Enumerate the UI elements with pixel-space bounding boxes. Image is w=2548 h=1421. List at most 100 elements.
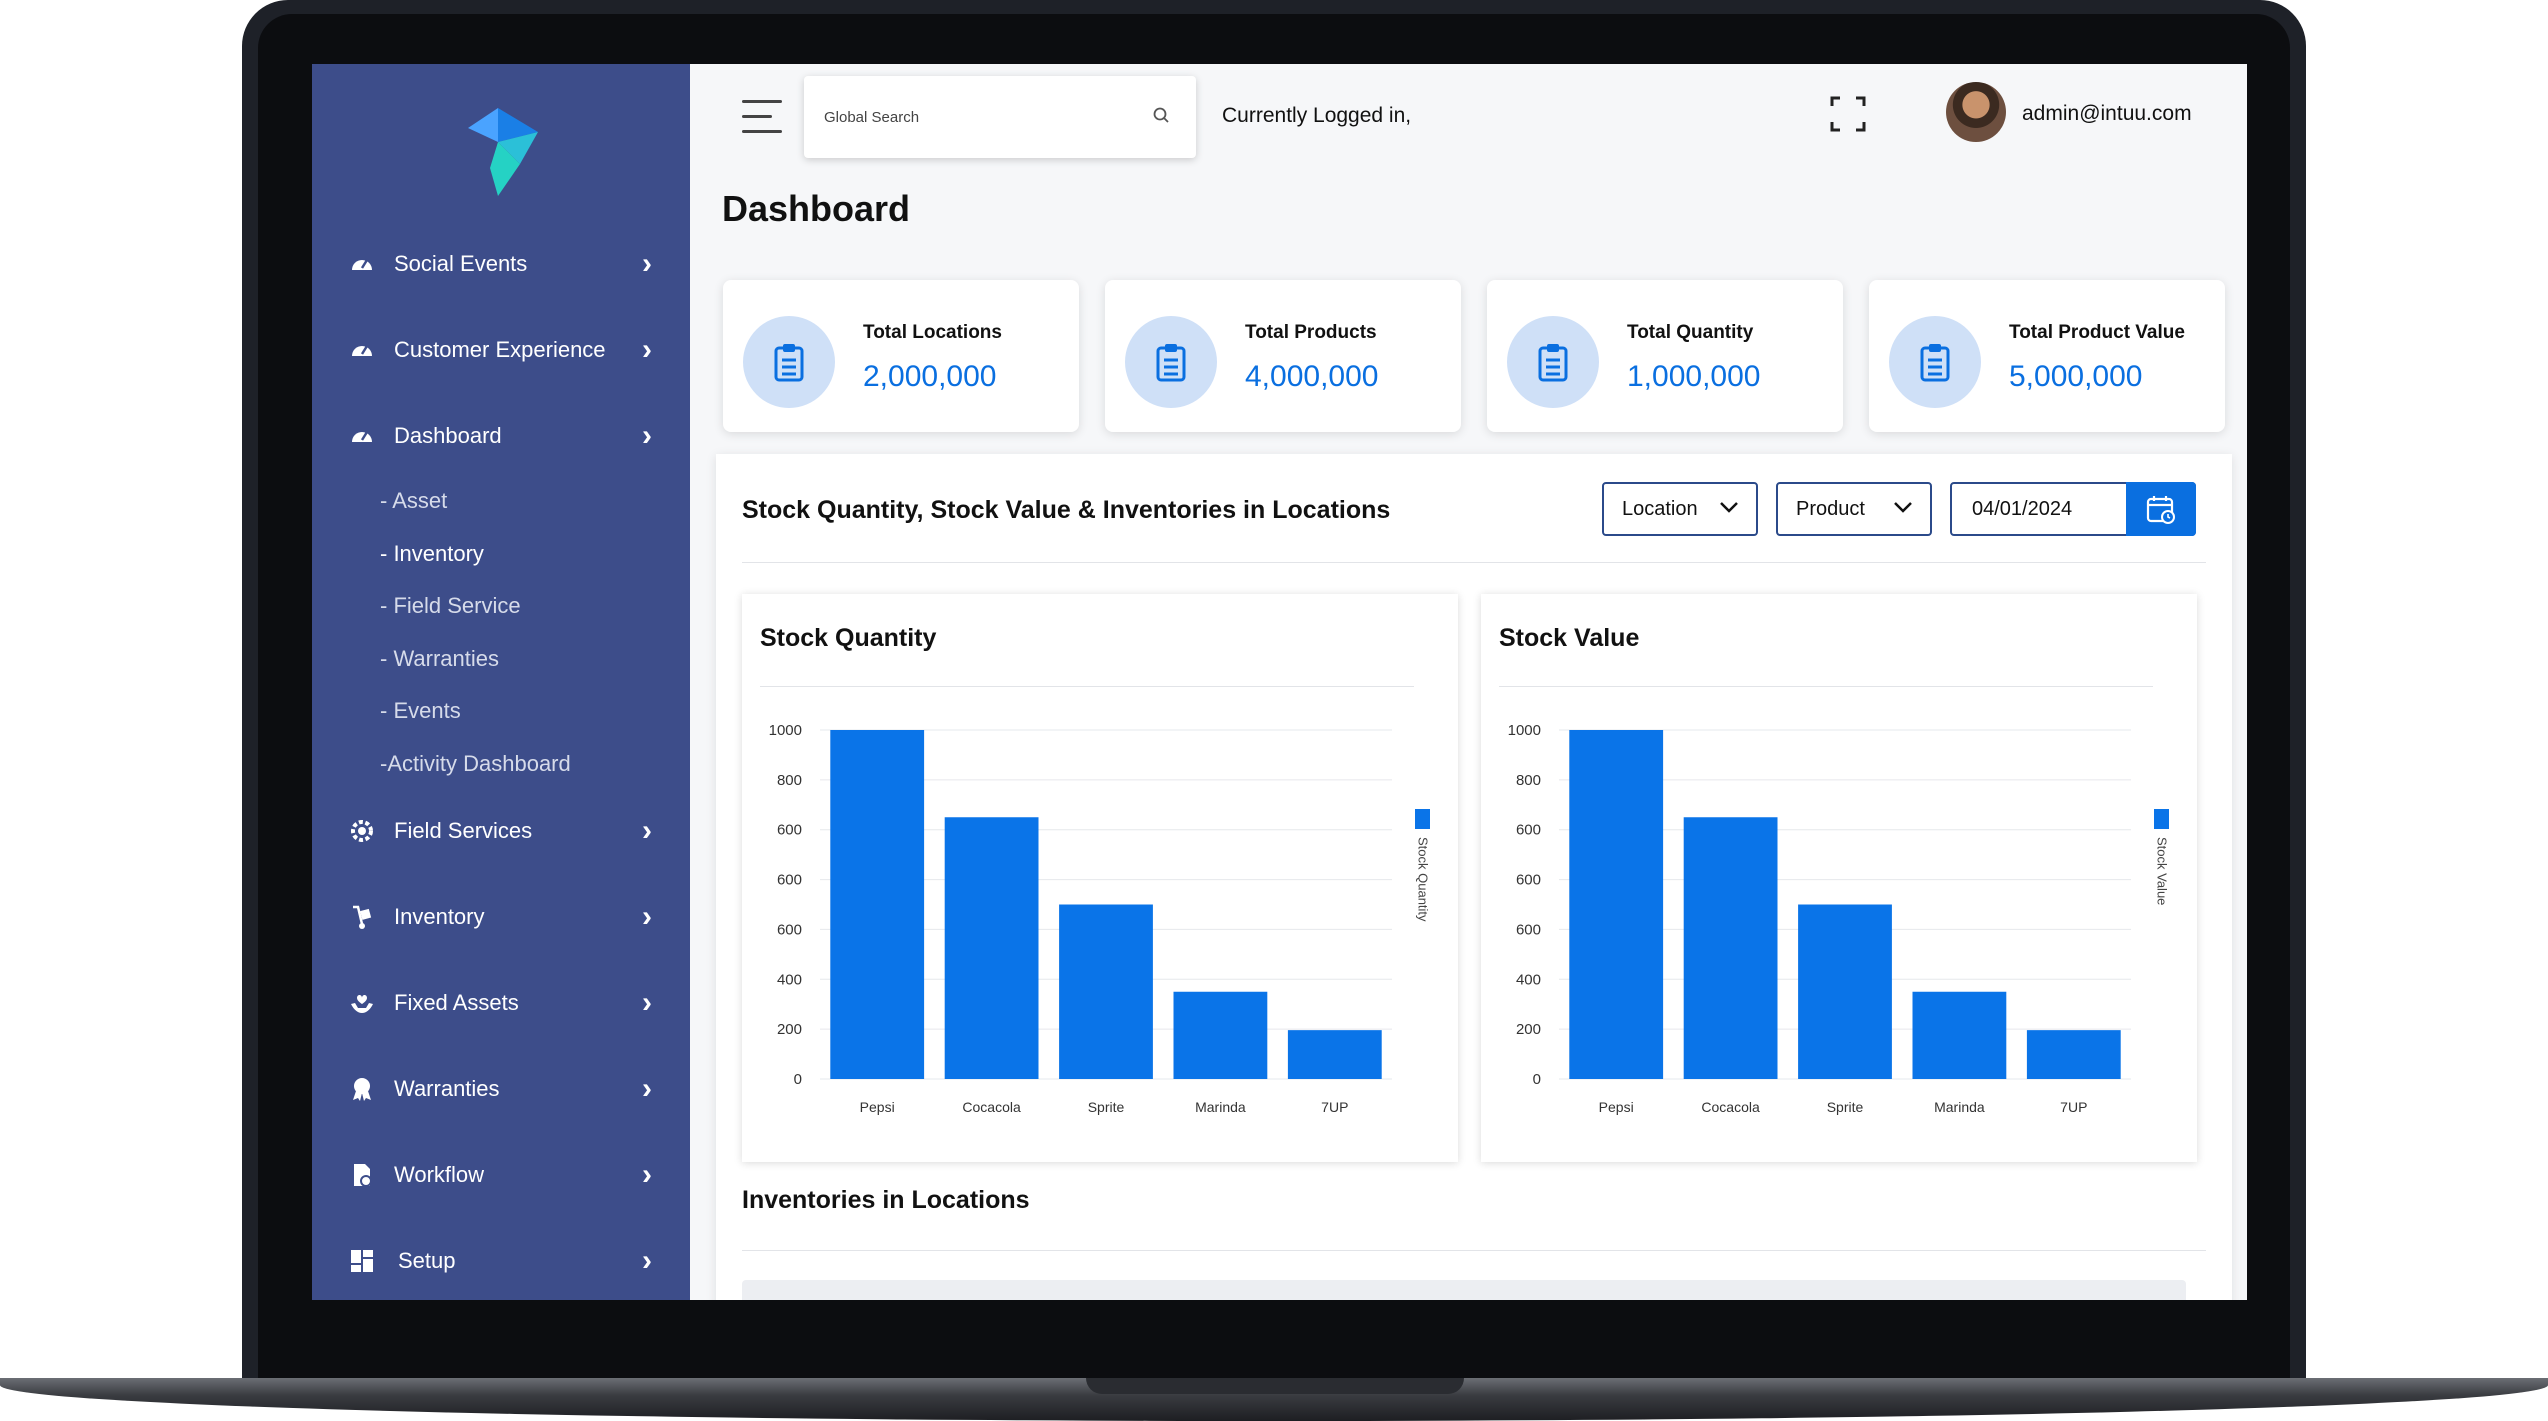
- avatar[interactable]: [1946, 82, 2006, 142]
- sidebar-item-customer-experience[interactable]: Customer Experience ›: [312, 322, 690, 378]
- x-tick-label: Marinda: [1195, 1099, 1246, 1115]
- stock-panel: Stock Quantity, Stock Value & Inventorie…: [716, 454, 2232, 1300]
- divider: [742, 562, 2206, 563]
- x-tick-label: Pepsi: [860, 1099, 895, 1115]
- clipboard-icon: [1125, 316, 1217, 408]
- laptop-notch: [1086, 1378, 1464, 1394]
- y-tick-label: 200: [1516, 1021, 1541, 1038]
- sidebar-item-warranties[interactable]: Warranties ›: [312, 1061, 690, 1117]
- y-tick-label: 1000: [769, 722, 802, 739]
- hand-heart-icon: [348, 989, 376, 1017]
- sidebar-subitem-field-service[interactable]: - Field Service: [380, 593, 521, 619]
- chevron-right-icon: ›: [642, 333, 652, 366]
- sidebar-subitem-activity-dashboard[interactable]: -Activity Dashboard: [380, 751, 571, 777]
- kpi-card-total-locations: Total Locations 2,000,000: [723, 280, 1079, 432]
- sidebar-subitem-events[interactable]: - Events: [380, 698, 461, 724]
- x-tick-label: 7UP: [2060, 1099, 2087, 1115]
- sidebar-item-label: Customer Experience: [394, 337, 606, 362]
- chevron-right-icon: ›: [642, 814, 652, 847]
- bar: [1912, 991, 2007, 1079]
- app-logo: [468, 108, 538, 196]
- y-tick-label: 600: [777, 921, 802, 938]
- x-tick-label: Cocacola: [962, 1099, 1021, 1115]
- y-tick-label: 400: [777, 971, 802, 988]
- legend-label: Stock Quantity: [1416, 837, 1431, 922]
- sidebar-item-dashboard[interactable]: Dashboard ›: [312, 408, 690, 464]
- y-tick-label: 800: [777, 772, 802, 789]
- date-field[interactable]: 04/01/2024: [1950, 482, 2196, 536]
- x-tick-label: 7UP: [1321, 1099, 1348, 1115]
- clipboard-icon: [1507, 316, 1599, 408]
- stock-value-chart: 0 200 400 600 600 600 800 1000 Pepsi Cocacola Spri…: [1508, 722, 2170, 1115]
- speedometer-icon: [348, 336, 376, 364]
- user-email[interactable]: admin@intuu.com: [2022, 102, 2192, 126]
- sidebar-item-label: Inventory: [394, 904, 485, 929]
- sidebar-subitem-inventory[interactable]: - Inventory: [380, 541, 484, 567]
- x-tick-label: Marinda: [1934, 1099, 1985, 1115]
- legend-swatch: [1415, 809, 1430, 829]
- speedometer-icon: [348, 422, 376, 450]
- sidebar-item-fixed-assets[interactable]: Fixed Assets ›: [312, 975, 690, 1031]
- bar: [1059, 904, 1153, 1079]
- bar: [944, 817, 1039, 1079]
- chevron-right-icon: ›: [642, 1244, 652, 1277]
- kpi-label: Total Quantity: [1627, 322, 1754, 343]
- chevron-right-icon: ›: [642, 419, 652, 452]
- sidebar-subitem-asset[interactable]: - Asset: [380, 488, 447, 514]
- sidebar-item-label: Workflow: [394, 1162, 485, 1187]
- stock-value-card: Stock Value 0 200 400 600 600 600 800 1000 Pepsi…: [1481, 594, 2197, 1162]
- bar: [1569, 730, 1664, 1079]
- sidebar-subitem-warranties[interactable]: - Warranties: [380, 646, 499, 672]
- location-dropdown[interactable]: Location: [1602, 482, 1758, 536]
- calendar-button[interactable]: [2126, 482, 2196, 536]
- sidebar-item-social-events[interactable]: Social Events ›: [312, 236, 690, 292]
- calendar-icon: [2146, 496, 2175, 524]
- inventories-table-header: [742, 1280, 2186, 1300]
- gear-icon: [348, 817, 376, 845]
- kpi-value: 2,000,000: [863, 360, 997, 393]
- kpi-card-total-products: Total Products 4,000,000: [1105, 280, 1461, 432]
- kpi-card-total-product-value: Total Product Value 5,000,000: [1869, 280, 2225, 432]
- y-tick-label: 600: [777, 872, 802, 889]
- bar: [1287, 1030, 1382, 1079]
- grid-icon: [348, 1247, 376, 1275]
- panel-title: Stock Quantity, Stock Value & Inventorie…: [742, 496, 1391, 524]
- kpi-label: Total Products: [1245, 322, 1377, 343]
- product-dropdown[interactable]: Product: [1776, 482, 1932, 536]
- kpi-value: 5,000,000: [2009, 360, 2143, 393]
- chevron-down-icon: [1894, 502, 1912, 513]
- sidebar-item-field-services[interactable]: Field Services ›: [312, 803, 690, 859]
- clipboard-icon: [1889, 316, 1981, 408]
- bar: [1683, 817, 1778, 1079]
- x-tick-label: Pepsi: [1599, 1099, 1634, 1115]
- kpi-card-total-quantity: Total Quantity 1,000,000: [1487, 280, 1843, 432]
- bar: [830, 730, 925, 1079]
- chevron-down-icon: [1720, 502, 1738, 513]
- sidebar-item-setup[interactable]: Setup ›: [312, 1233, 690, 1289]
- y-tick-label: 600: [777, 822, 802, 839]
- award-icon: [348, 1075, 376, 1103]
- sidebar-item-label: Social Events: [394, 251, 528, 276]
- dropdown-label: Location: [1622, 497, 1698, 520]
- sidebar-item-label: Setup: [398, 1248, 456, 1273]
- kpi-value: 1,000,000: [1627, 360, 1761, 393]
- legend-swatch: [2154, 809, 2169, 829]
- divider: [742, 1250, 2206, 1251]
- sidebar-item-inventory[interactable]: Inventory ›: [312, 889, 690, 945]
- chevron-right-icon: ›: [642, 247, 652, 280]
- sidebar-item-label: Dashboard: [394, 423, 502, 448]
- sidebar-item-workflow[interactable]: Workflow ›: [312, 1147, 690, 1203]
- fullscreen-icon[interactable]: [1828, 94, 1868, 134]
- chevron-right-icon: ›: [642, 986, 652, 1019]
- speedometer-icon: [348, 250, 376, 278]
- search-input[interactable]: [824, 102, 1144, 132]
- y-tick-label: 600: [1516, 822, 1541, 839]
- sidebar-item-label: Field Services: [394, 818, 533, 843]
- clipboard-icon: [743, 316, 835, 408]
- menu-toggle-button[interactable]: [742, 100, 782, 134]
- y-tick-label: 600: [1516, 872, 1541, 889]
- x-tick-label: Sprite: [1827, 1099, 1864, 1115]
- chevron-right-icon: ›: [642, 1072, 652, 1105]
- sidebar-item-label: Warranties: [394, 1076, 500, 1101]
- search-icon[interactable]: [1150, 104, 1174, 128]
